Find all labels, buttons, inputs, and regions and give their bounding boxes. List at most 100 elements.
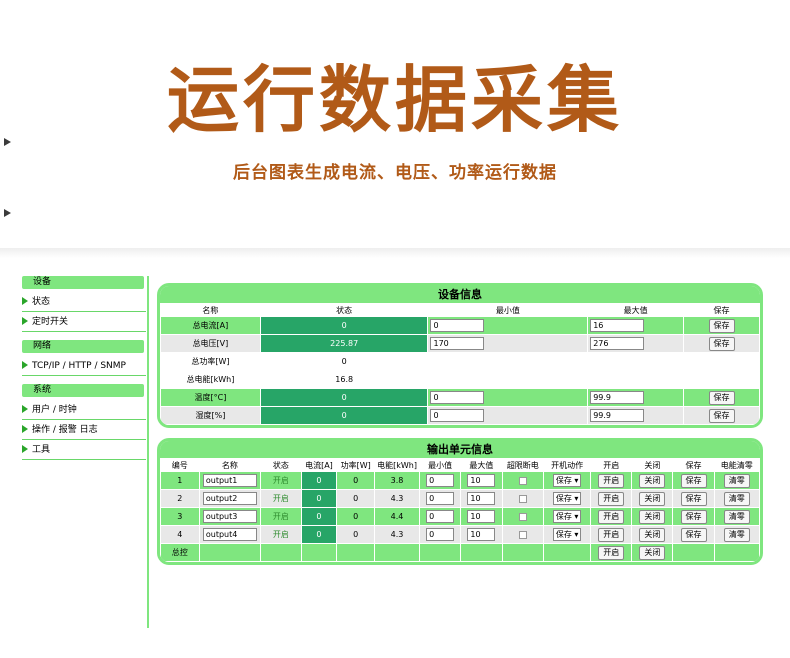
min-cell: 0 (427, 388, 589, 407)
save-button[interactable]: 保存 (680, 509, 707, 524)
min-value-input[interactable]: 0 (426, 510, 455, 523)
empty-cell (543, 543, 592, 562)
min-value-input[interactable]: 170 (430, 337, 485, 350)
save-cell: 保存 (683, 334, 760, 353)
device-name: 总电压[V] (160, 334, 261, 353)
master-on-button[interactable]: 开启 (598, 545, 625, 560)
action-cell: 开启 (590, 489, 633, 508)
max-cell (587, 370, 685, 389)
output-power: 0 (336, 507, 376, 526)
max-cell (587, 352, 685, 371)
min-cell: 0 (418, 489, 462, 508)
master-off-button[interactable]: 关闭 (639, 545, 666, 560)
action-cell: 关闭 (631, 543, 674, 562)
off-button[interactable]: 关闭 (639, 473, 666, 488)
max-cell: 99.9 (587, 388, 685, 407)
overlimit-cell (501, 471, 545, 490)
max-value-input[interactable]: 10 (467, 528, 496, 541)
min-value-input[interactable]: 0 (430, 409, 485, 422)
off-button[interactable]: 关闭 (639, 509, 666, 524)
output-unit-table: 编号 名称 状态 电流[A] 功率[W] 电能[kWh] 最小值 最大值 超限断电 开机动作 开启关… (160, 458, 760, 562)
output-name-input[interactable]: output1 (202, 474, 257, 487)
device-status: 0 (259, 316, 429, 335)
output-unit-panel: 输出单元信息 编号 名称 状态 电流[A] 功率[W] 电能[kWh] 最小值 最大值 超限断电… (157, 438, 763, 565)
poweron-action-select[interactable]: 保存 ▾ (552, 510, 582, 523)
column-header: 最小值 (418, 458, 462, 472)
min-cell: 0 (418, 525, 462, 544)
poweron-action-select[interactable]: 保存 ▾ (552, 474, 582, 487)
output-energy: 4.3 (374, 489, 420, 508)
overlimit-checkbox[interactable] (518, 476, 527, 485)
save-button[interactable]: 保存 (680, 491, 707, 506)
device-name: 总电能[kWh] (160, 370, 261, 389)
action-cell: 保存 (672, 507, 715, 526)
min-value-input[interactable]: 0 (426, 492, 455, 505)
save-button[interactable]: 保存 (680, 527, 707, 542)
action-cell: 清零 (713, 489, 760, 508)
sidebar-section-heading: 系统 (22, 384, 144, 397)
output-name-input[interactable]: output3 (202, 510, 257, 523)
min-value-input[interactable]: 0 (430, 391, 485, 404)
output-id: 2 (160, 489, 200, 508)
empty-cell (418, 543, 462, 562)
sidebar-item-label: 状态 (32, 297, 51, 307)
sidebar-item[interactable]: 定时开关 (22, 314, 146, 332)
max-value-input[interactable]: 16 (590, 319, 645, 332)
save-cell: 保存 (683, 316, 760, 335)
max-value-input[interactable]: 276 (590, 337, 645, 350)
min-value-input[interactable]: 0 (426, 528, 455, 541)
save-button[interactable]: 保存 (708, 390, 735, 405)
poweron-action-select[interactable]: 保存 ▾ (552, 492, 582, 505)
sidebar-item[interactable]: 用户 / 时钟 (22, 402, 146, 420)
save-button[interactable]: 保存 (708, 408, 735, 423)
column-header: 电能[kWh] (374, 458, 420, 472)
device-name: 湿度[%] (160, 406, 261, 425)
output-current: 0 (300, 489, 338, 508)
max-value-input[interactable]: 10 (467, 474, 496, 487)
poweron-action-select[interactable]: 保存 ▾ (552, 528, 582, 541)
empty-cell (336, 543, 376, 562)
off-button[interactable]: 关闭 (639, 527, 666, 542)
max-value-input[interactable]: 10 (467, 492, 496, 505)
on-button[interactable]: 开启 (598, 473, 625, 488)
max-value-input[interactable]: 99.9 (590, 391, 645, 404)
overlimit-checkbox[interactable] (518, 494, 527, 503)
overlimit-checkbox[interactable] (518, 512, 527, 521)
on-button[interactable]: 开启 (598, 527, 625, 542)
clear-energy-button[interactable]: 清零 (723, 509, 750, 524)
column-header: 名称 (198, 458, 262, 472)
empty-cell (672, 543, 715, 562)
on-button[interactable]: 开启 (598, 491, 625, 506)
device-status: 0 (259, 352, 429, 371)
max-value-input[interactable]: 10 (467, 510, 496, 523)
device-info-panel: 设备信息 名称 状态 最小值 最大值 保存 总电流[A] 0 0 16 保存 总电压[V] 225.… (157, 283, 763, 428)
sidebar-item[interactable]: 状态 (22, 294, 146, 312)
device-row: 温度[°C] 0 0 99.9 保存 (160, 388, 760, 407)
divider (0, 248, 790, 258)
clear-energy-button[interactable]: 清零 (723, 491, 750, 506)
clear-energy-button[interactable]: 清零 (723, 473, 750, 488)
output-id: 1 (160, 471, 200, 490)
sidebar-item[interactable]: 操作 / 报警 日志 (22, 422, 146, 440)
output-name-input[interactable]: output2 (202, 492, 257, 505)
min-value-input[interactable]: 0 (430, 319, 485, 332)
output-current: 0 (300, 507, 338, 526)
column-header: 超限断电 (501, 458, 545, 472)
empty-cell (198, 543, 262, 562)
on-button[interactable]: 开启 (598, 509, 625, 524)
name-cell: output3 (198, 507, 262, 526)
min-value-input[interactable]: 0 (426, 474, 455, 487)
output-name-input[interactable]: output4 (202, 528, 257, 541)
off-button[interactable]: 关闭 (639, 491, 666, 506)
sidebar-item[interactable]: 工具 (22, 442, 146, 460)
save-button[interactable]: 保存 (680, 473, 707, 488)
overlimit-checkbox[interactable] (518, 530, 527, 539)
save-button[interactable]: 保存 (708, 318, 735, 333)
sidebar-item[interactable]: TCP/IP / HTTP / SNMP (22, 358, 146, 376)
save-button[interactable]: 保存 (708, 336, 735, 351)
save-cell (683, 370, 760, 389)
max-cell: 10 (460, 471, 503, 490)
master-label: 总控 (160, 543, 200, 562)
max-value-input[interactable]: 99.9 (590, 409, 645, 422)
clear-energy-button[interactable]: 清零 (723, 527, 750, 542)
